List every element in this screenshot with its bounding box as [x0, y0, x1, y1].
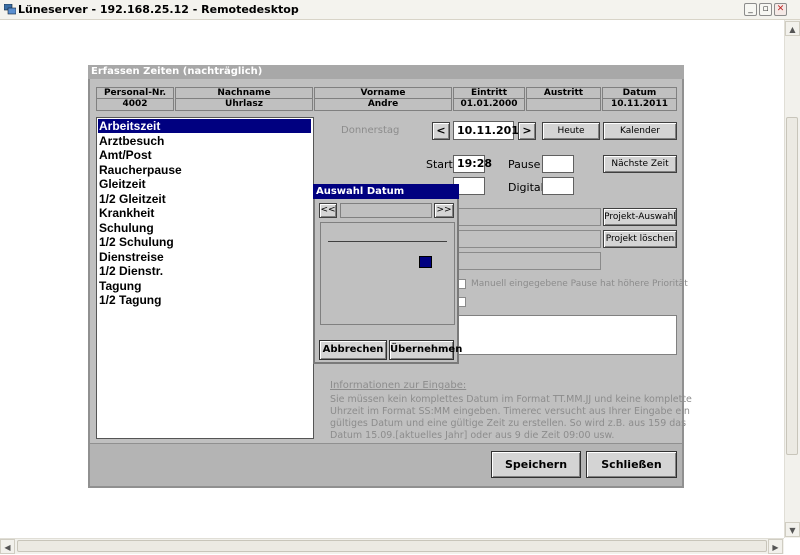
- header-value-vorname: Andre: [314, 99, 452, 111]
- dialog-title: Auswahl Datum: [313, 184, 459, 199]
- selected-day-marker[interactable]: [419, 256, 432, 268]
- calendar-grid[interactable]: [320, 222, 455, 325]
- header-value-nachname: Uhrlasz: [175, 99, 313, 111]
- pause-label: Pause: [508, 158, 541, 171]
- calendar-button[interactable]: Kalender: [603, 122, 677, 140]
- project-field: [458, 208, 601, 226]
- project-select-button[interactable]: Projekt-Auswahl: [603, 208, 677, 226]
- weekday-label: Donnerstag: [341, 125, 400, 136]
- list-item[interactable]: Dienstreise: [98, 250, 311, 264]
- info-line: Datum 15.09.[aktuelles Jahr] oder aus 9 …: [330, 430, 615, 441]
- project-detail-field: [458, 230, 601, 248]
- digital-label: Digital: [508, 181, 544, 194]
- header-value-eintritt: 01.01.2000: [453, 99, 525, 111]
- remote-desktop-icon: [4, 4, 16, 15]
- close-button[interactable]: Schließen: [586, 451, 677, 478]
- next-month-button[interactable]: >>: [434, 203, 454, 218]
- info-heading: Informationen zur Eingabe:: [330, 380, 467, 391]
- list-item-selected[interactable]: Arbeitszeit: [98, 119, 311, 133]
- close-window-button[interactable]: ✕: [774, 3, 787, 16]
- accept-button[interactable]: Übernehmen: [389, 340, 462, 360]
- horizontal-scroll-thumb[interactable]: [17, 540, 767, 552]
- maximize-button[interactable]: ▫: [759, 3, 772, 16]
- start-time-input[interactable]: 19:28: [453, 155, 492, 173]
- header-label-nachname: Nachname: [175, 87, 313, 99]
- scroll-down-icon[interactable]: ▼: [785, 522, 800, 537]
- manual-pause-checkbox[interactable]: [458, 279, 466, 289]
- notes-textarea[interactable]: [458, 315, 677, 355]
- header-value-datum: 10.11.2011: [602, 99, 677, 111]
- vertical-scroll-thumb[interactable]: [786, 117, 798, 455]
- list-item[interactable]: Raucherpause: [98, 163, 311, 177]
- list-item[interactable]: Krankheit: [98, 206, 311, 220]
- header-label-vorname: Vorname: [314, 87, 452, 99]
- previous-day-button[interactable]: <: [432, 122, 450, 140]
- month-label-field: [340, 203, 432, 218]
- list-item[interactable]: Arztbesuch: [98, 134, 311, 148]
- cancel-button[interactable]: Abbrechen: [319, 340, 387, 360]
- header-label-datum: Datum: [602, 87, 677, 99]
- pause-input[interactable]: [542, 155, 574, 173]
- next-time-button[interactable]: Nächste Zeit: [603, 155, 677, 173]
- list-item[interactable]: Gleitzeit: [98, 177, 311, 191]
- list-item[interactable]: Amt/Post: [98, 148, 311, 162]
- scroll-left-icon[interactable]: ◀: [0, 539, 15, 554]
- header-label-austritt: Austritt: [526, 87, 601, 99]
- info-line: Sie müssen kein komplettes Datum im Form…: [330, 394, 692, 405]
- info-line: gültiges Datum und eine gültige Zeit zu …: [330, 418, 687, 429]
- date-input[interactable]: 10.11.2011: [453, 121, 527, 140]
- manual-pause-label: Manuell eingegebene Pause hat höhere Pri…: [471, 279, 688, 289]
- header-label-eintritt: Eintritt: [453, 87, 525, 99]
- start-label: Start: [426, 158, 453, 171]
- list-item[interactable]: 1/2 Dienstr.: [98, 264, 311, 278]
- scroll-right-icon[interactable]: ▶: [768, 539, 783, 554]
- previous-month-button[interactable]: <<: [319, 203, 337, 218]
- list-item[interactable]: 1/2 Tagung: [98, 293, 311, 307]
- list-item[interactable]: Schulung: [98, 221, 311, 235]
- scroll-up-icon[interactable]: ▲: [785, 21, 800, 36]
- minimize-button[interactable]: _: [744, 3, 757, 16]
- info-line: Uhrzeit im Format SS:MM eingeben. Timere…: [330, 406, 690, 417]
- header-value-personalnr: 4002: [96, 99, 174, 111]
- header-value-austritt: [526, 99, 601, 111]
- save-button[interactable]: Speichern: [491, 451, 581, 478]
- next-day-button[interactable]: >: [518, 122, 536, 140]
- calendar-divider: [328, 241, 447, 242]
- project-delete-button[interactable]: Projekt löschen: [603, 230, 677, 248]
- digital-input[interactable]: [542, 177, 574, 195]
- list-item[interactable]: Tagung: [98, 279, 311, 293]
- window-title: Lüneserver - 192.168.25.12 - Remotedeskt…: [18, 3, 299, 16]
- app-title: Erfassen Zeiten (nachträglich): [88, 65, 684, 79]
- list-item[interactable]: 1/2 Gleitzeit: [98, 192, 311, 206]
- header-label-personalnr: Personal-Nr.: [96, 87, 174, 99]
- list-item[interactable]: 1/2 Schulung: [98, 235, 311, 249]
- option-checkbox[interactable]: [458, 297, 466, 307]
- subproject-field: [458, 252, 601, 270]
- today-button[interactable]: Heute: [542, 122, 600, 140]
